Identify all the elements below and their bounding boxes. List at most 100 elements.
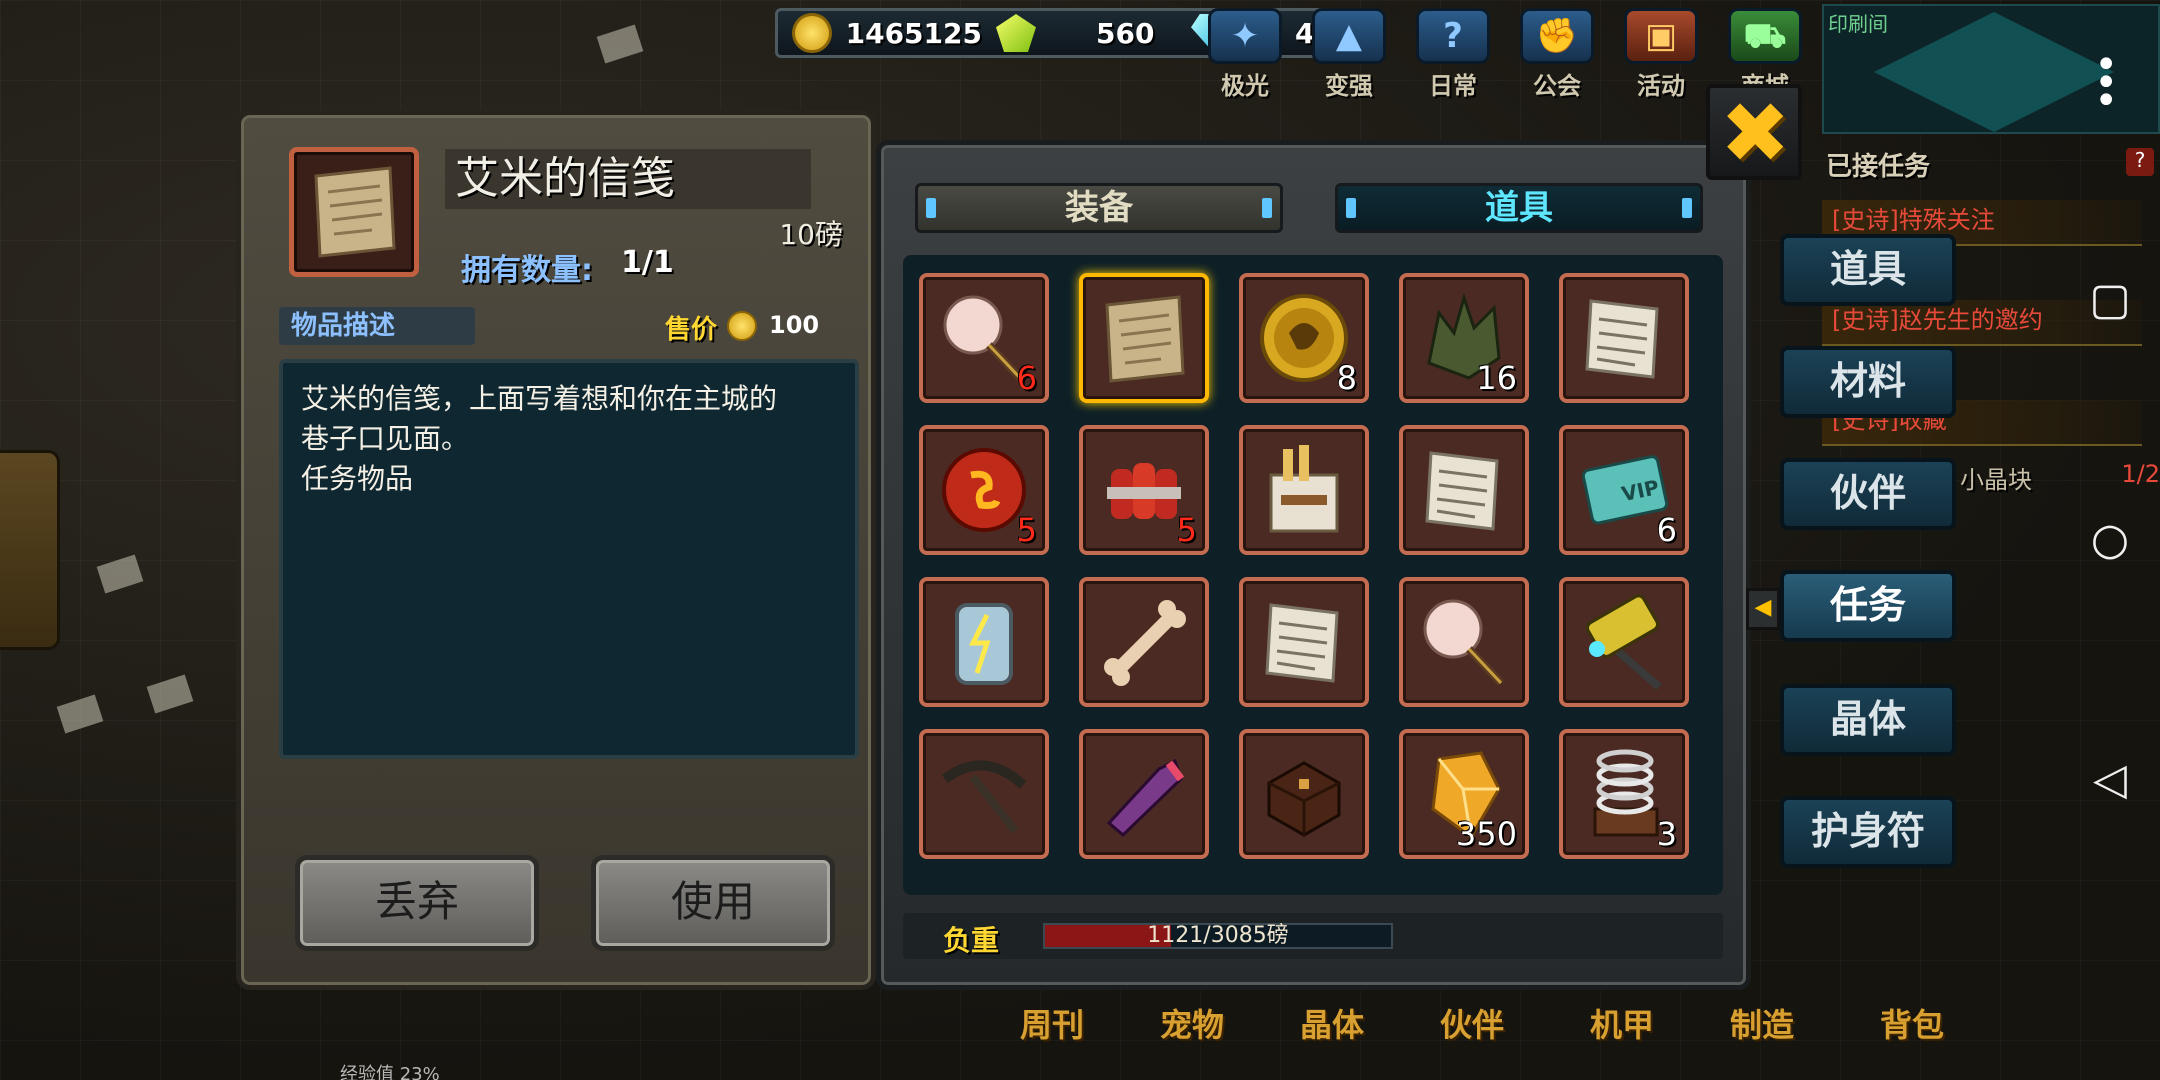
item-description: 艾米的信笺，上面写着想和你在主城的 巷子口见面。 任务物品 xyxy=(279,359,859,759)
item-count: 3 xyxy=(1656,815,1677,853)
close-button[interactable]: ✖ xyxy=(1706,84,1802,180)
recent-apps-icon[interactable]: ▢ xyxy=(2084,274,2136,326)
owned-quantity-value: 1/1 xyxy=(621,245,674,280)
nav-power-up[interactable]: ▲ 变强 xyxy=(1304,8,1394,100)
help-icon[interactable]: ? xyxy=(2126,148,2154,176)
side-tab-partners[interactable]: 伙伴 xyxy=(1780,458,1956,530)
quest-extra-label: 小晶块 xyxy=(1960,466,2032,494)
inventory-slot[interactable]: 8 xyxy=(1239,273,1369,403)
item-count: 6 xyxy=(1656,511,1677,549)
nav-daily[interactable]: ? 日常 xyxy=(1408,8,1498,100)
nav-weekly[interactable]: 周刊 xyxy=(1020,1000,1084,1046)
inventory-slot[interactable] xyxy=(1079,273,1209,403)
load-row: 负重 1121/3085磅 xyxy=(903,913,1723,959)
nav-aurora[interactable]: ✦ 极光 xyxy=(1200,8,1290,100)
item-detail-panel: 艾米的信笺 10磅 拥有数量: 1/1 物品描述 售价 100 艾米的信笺，上面… xyxy=(236,110,876,990)
chocolate-block-icon xyxy=(1243,733,1365,855)
inventory-slot[interactable] xyxy=(1239,425,1369,555)
load-bar: 1121/3085磅 xyxy=(1043,923,1393,949)
nav-label: 变强 xyxy=(1325,72,1373,100)
question-icon: ? xyxy=(1416,8,1490,64)
description-tag: 物品描述 xyxy=(279,307,475,345)
inventory-slot[interactable]: 6 xyxy=(919,273,1049,403)
tab-equipment[interactable]: 装备 xyxy=(915,183,1283,233)
power-up-icon: ▲ xyxy=(1312,8,1386,64)
tab-items[interactable]: 道具 xyxy=(1335,183,1703,233)
power-hammer-icon xyxy=(1563,581,1685,703)
minimap[interactable]: 印刷间 • • • xyxy=(1822,4,2160,134)
nav-label: 活动 xyxy=(1637,72,1685,100)
inventory-slot[interactable]: 3 xyxy=(1559,729,1689,859)
fist-icon: ✊ xyxy=(1520,8,1594,64)
tab-pip xyxy=(1346,198,1356,218)
nav-partners[interactable]: 伙伴 xyxy=(1440,1000,1504,1046)
nav-crafting[interactable]: 制造 xyxy=(1730,1000,1794,1046)
minimap-area xyxy=(1874,12,2114,132)
side-tab-items[interactable]: 道具 xyxy=(1780,234,1956,306)
nav-label: 公会 xyxy=(1533,72,1581,100)
tab-pip xyxy=(1262,198,1272,218)
side-tab-quests[interactable]: 任务 xyxy=(1780,570,1956,642)
gift-icon: ▣ xyxy=(1624,8,1698,64)
inventory-slot[interactable] xyxy=(919,729,1049,859)
bone-icon xyxy=(1083,581,1205,703)
gold-currency: 1465125 xyxy=(792,13,982,53)
item-name: 艾米的信笺 xyxy=(445,149,811,209)
inventory-slot[interactable]: VIP 6 xyxy=(1559,425,1689,555)
inventory-slot[interactable]: 5 xyxy=(919,425,1049,555)
inventory-slot[interactable] xyxy=(1079,577,1209,707)
tab-label: 装备 xyxy=(1065,188,1133,228)
gold-coin-icon xyxy=(792,13,832,53)
lightning-jar-icon xyxy=(923,581,1045,703)
inventory-slot[interactable] xyxy=(1559,273,1689,403)
nav-label: 日常 xyxy=(1429,72,1477,100)
inventory-window: 艾米的信笺 10磅 拥有数量: 1/1 物品描述 售价 100 艾米的信笺，上面… xyxy=(236,110,1766,990)
nav-events[interactable]: ▣ 活动 xyxy=(1616,8,1706,100)
home-icon[interactable]: ○ xyxy=(2084,514,2136,566)
owned-quantity-label: 拥有数量: xyxy=(461,253,593,288)
side-tab-materials[interactable]: 材料 xyxy=(1780,346,1956,418)
quest-extra-count: 1/2 xyxy=(2121,460,2160,488)
inventory-slot[interactable]: 350 xyxy=(1399,729,1529,859)
item-count: 6 xyxy=(1016,359,1037,397)
inventory-slot[interactable]: 16 xyxy=(1399,273,1529,403)
item-count: 5 xyxy=(1176,511,1197,549)
inventory-slot[interactable] xyxy=(1559,577,1689,707)
left-alert-tab[interactable] xyxy=(0,450,60,650)
selected-item-slot xyxy=(289,147,419,277)
game-screen: 1465125 560 456 ✦极光 ▲变强 ?日常 ✊公会 ▣活动 ⛟商城 … xyxy=(0,0,2160,1080)
nav-crystals[interactable]: 晶体 xyxy=(1300,1000,1364,1046)
nav-pets[interactable]: 宠物 xyxy=(1160,1000,1224,1046)
green-gem-icon xyxy=(996,14,1036,52)
inventory-slot[interactable] xyxy=(919,577,1049,707)
paper-note-icon xyxy=(1243,581,1365,703)
pearl-rattle-icon xyxy=(1403,581,1525,703)
load-label: 负重 xyxy=(943,924,1000,957)
nav-mecha[interactable]: 机甲 xyxy=(1590,1000,1654,1046)
nav-backpack[interactable]: 背包 xyxy=(1880,1000,1944,1046)
sell-price-label: 售价 xyxy=(665,315,718,345)
gold-coin-icon xyxy=(727,311,757,341)
back-icon[interactable]: ◁ xyxy=(2084,754,2136,806)
paper-note-icon xyxy=(1403,429,1525,551)
side-tab-crystals[interactable]: 晶体 xyxy=(1780,684,1956,756)
inventory-slot[interactable] xyxy=(1239,577,1369,707)
gold-value: 1465125 xyxy=(845,16,982,50)
use-button[interactable]: 使用 xyxy=(591,855,835,951)
discard-button[interactable]: 丢弃 xyxy=(295,855,539,951)
inventory-slot[interactable] xyxy=(1399,425,1529,555)
inventory-slot[interactable]: 5 xyxy=(1079,425,1209,555)
nav-guild[interactable]: ✊ 公会 xyxy=(1512,8,1602,100)
more-options-icon[interactable]: • • • xyxy=(2094,45,2118,121)
exp-text: 经验值 23% xyxy=(340,1064,440,1080)
side-tab-amulets[interactable]: 护身符 xyxy=(1780,796,1956,868)
item-count: 350 xyxy=(1455,815,1517,853)
chevron-left-icon: ◀ xyxy=(1746,588,1780,630)
quest-title: 已接任务 xyxy=(1826,152,1931,182)
tab-label: 道具 xyxy=(1485,188,1553,228)
inventory-slot[interactable] xyxy=(1399,577,1529,707)
inventory-slot[interactable] xyxy=(1079,729,1209,859)
inventory-slot[interactable] xyxy=(1239,729,1369,859)
minimap-label: 印刷间 xyxy=(1828,12,1888,36)
pickaxe-icon xyxy=(923,733,1045,855)
